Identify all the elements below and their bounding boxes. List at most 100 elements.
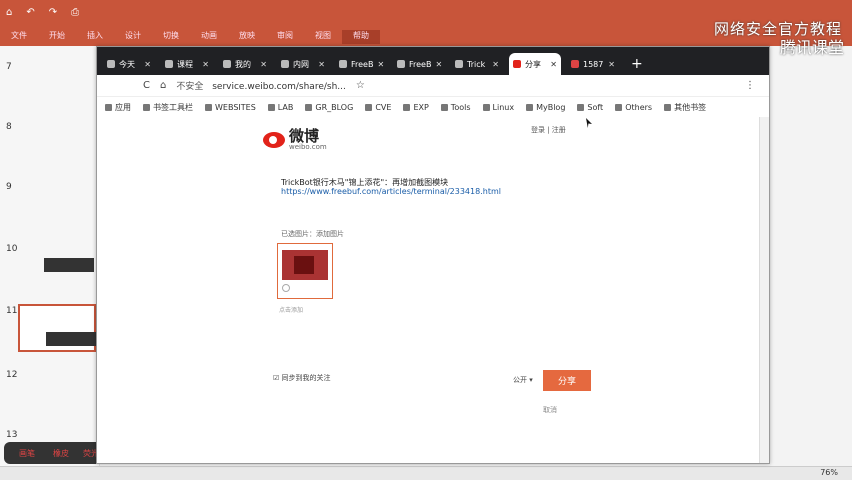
menu-icon[interactable]: ⋮ <box>745 80 755 91</box>
bookmark-item[interactable]: GR_BLOG <box>305 103 353 112</box>
slide-thumbnail-panel[interactable]: 7 8 9 10 11 12 13 <box>0 46 100 466</box>
browser-tab[interactable]: FreeB ✕ <box>393 53 445 75</box>
bookmark-item[interactable]: EXP <box>403 103 429 112</box>
close-icon[interactable]: ✕ <box>492 60 499 69</box>
bookmark-label: MyBlog <box>536 102 566 112</box>
pics-label[interactable]: 已选图片：添加图片 <box>281 229 344 239</box>
weibo-share-page: 微博 weibo.com 登录 | 注册 TrickBot银行木马"锦上添花"：… <box>97 117 769 463</box>
menu-help[interactable]: 帮助 <box>342 30 380 44</box>
menu-insert[interactable]: 插入 <box>76 30 114 44</box>
bookmark-item[interactable]: WEBSITES <box>205 103 256 112</box>
bookmark-item[interactable]: 应用 <box>105 102 131 113</box>
selected-picture[interactable] <box>277 243 333 299</box>
share-url-link[interactable]: https://www.freebuf.com/articles/termina… <box>281 187 501 196</box>
browser-toolbar: C ⌂ 不安全 service.weibo.com/share/sh... ☆ … <box>97 75 769 97</box>
tab-label: FreeB <box>409 59 432 69</box>
menu-file[interactable]: 文件 <box>0 30 38 44</box>
favicon-icon <box>397 60 405 68</box>
close-icon[interactable]: ✕ <box>377 60 384 69</box>
menu-transitions[interactable]: 切换 <box>152 30 190 44</box>
bookmark-item[interactable]: 其他书签 <box>664 102 706 113</box>
menu-slideshow[interactable]: 放映 <box>228 30 266 44</box>
scrollbar[interactable] <box>759 117 769 463</box>
bookmark-item[interactable]: 书签工具栏 <box>143 102 193 113</box>
slide-thumb-row-selected[interactable]: 11 <box>0 296 100 356</box>
visibility-select[interactable]: 公开 ▾ <box>513 375 533 385</box>
browser-tab[interactable]: Trick ✕ <box>451 53 503 75</box>
bookmark-label: Tools <box>450 102 471 112</box>
menu-home[interactable]: 开始 <box>38 30 76 44</box>
not-secure-label[interactable]: 不安全 <box>176 82 203 92</box>
browser-tab[interactable]: FreeB ✕ <box>335 53 387 75</box>
close-icon[interactable]: ✕ <box>144 60 151 69</box>
star-icon[interactable]: ☆ <box>356 80 365 91</box>
weibo-logo[interactable]: 微博 weibo.com <box>263 129 327 151</box>
browser-tab[interactable]: 今天 ✕ <box>103 53 155 75</box>
address-bar[interactable]: 不安全 service.weibo.com/share/sh... <box>176 79 346 92</box>
tab-label: FreeB <box>351 59 374 69</box>
slide-thumb-row[interactable]: 9 <box>0 172 100 232</box>
bookmark-label: Soft <box>587 102 604 112</box>
bookmark-item[interactable]: Others <box>615 103 652 112</box>
bookmark-item[interactable]: Soft <box>577 103 603 112</box>
slide-thumb-row[interactable]: 10 <box>0 234 100 294</box>
tab-label: 1587 <box>583 59 604 69</box>
favicon-icon <box>107 60 115 68</box>
browser-tab[interactable]: 课程 ✕ <box>161 53 213 75</box>
browser-tab-active[interactable]: 分享 ✕ <box>509 53 561 75</box>
tab-label: Trick <box>467 59 486 69</box>
folder-icon <box>440 103 448 111</box>
browser-tab[interactable]: 我的 ✕ <box>219 53 271 75</box>
url-text: service.weibo.com/share/sh... <box>212 82 346 92</box>
sync-checkbox[interactable]: ☑ 同步到我的关注 <box>273 373 331 383</box>
status-bar: 76% <box>0 466 852 480</box>
favicon-icon <box>571 60 579 68</box>
favicon-icon <box>165 60 173 68</box>
quick-access-toolbar: ⌂ ↶ ↷ ⎙ <box>6 4 79 20</box>
browser-tab[interactable]: 1587 ✕ <box>567 53 619 75</box>
share-button[interactable]: 分享 <box>543 370 591 391</box>
cancel-link[interactable]: 取消 <box>543 405 557 415</box>
bookmark-item[interactable]: CVE <box>365 103 391 112</box>
slide-thumb-row[interactable]: 7 <box>0 52 100 112</box>
menu-review[interactable]: 审阅 <box>266 30 304 44</box>
weibo-eye-icon <box>263 132 285 148</box>
account-links[interactable]: 登录 | 注册 <box>531 125 566 135</box>
slide-number: 11 <box>6 306 18 316</box>
logo-text: 微博 <box>289 127 320 145</box>
new-tab-icon[interactable]: + <box>631 53 643 75</box>
bookmark-item[interactable]: LAB <box>267 103 293 112</box>
slide-thumbnail[interactable] <box>18 304 96 352</box>
zoom-level[interactable]: 76% <box>820 468 838 477</box>
bookmark-item[interactable]: Linux <box>482 103 514 112</box>
bookmark-item[interactable]: Tools <box>440 102 471 112</box>
close-icon[interactable]: ✕ <box>550 60 557 69</box>
bookmark-item[interactable]: MyBlog <box>526 103 565 112</box>
eraser-tool[interactable]: 橡皮 <box>44 448 78 459</box>
slide-thumb-row[interactable]: 12 <box>0 360 100 420</box>
browser-tab[interactable]: 内网 ✕ <box>277 53 329 75</box>
folder-icon <box>143 103 150 111</box>
slide-number: 10 <box>6 244 18 254</box>
print-icon[interactable]: ⎙ <box>71 7 79 18</box>
favicon-icon <box>223 60 231 68</box>
menu-animations[interactable]: 动画 <box>190 30 228 44</box>
redo-icon[interactable]: ↷ <box>49 7 57 18</box>
tab-label: 分享 <box>525 59 541 69</box>
close-icon[interactable]: ✕ <box>318 60 325 69</box>
reload-icon[interactable]: C <box>143 80 150 91</box>
pen-tool[interactable]: 画笔 <box>10 448 44 459</box>
close-icon[interactable]: ✕ <box>260 60 267 69</box>
menu-view[interactable]: 视图 <box>304 30 342 44</box>
menu-design[interactable]: 设计 <box>114 30 152 44</box>
close-icon[interactable]: ✕ <box>608 60 615 69</box>
home-icon[interactable]: ⌂ <box>6 7 12 18</box>
ribbon-menu: 文件 开始 插入 设计 切换 动画 放映 审阅 视图 帮助 <box>0 30 380 44</box>
folder-icon <box>526 103 534 111</box>
undo-icon[interactable]: ↶ <box>26 7 34 18</box>
close-icon[interactable]: ✕ <box>202 60 209 69</box>
add-icon[interactable] <box>282 284 290 292</box>
slide-thumb-row[interactable]: 8 <box>0 112 100 172</box>
close-icon[interactable]: ✕ <box>435 60 442 69</box>
home-icon[interactable]: ⌂ <box>160 80 166 91</box>
